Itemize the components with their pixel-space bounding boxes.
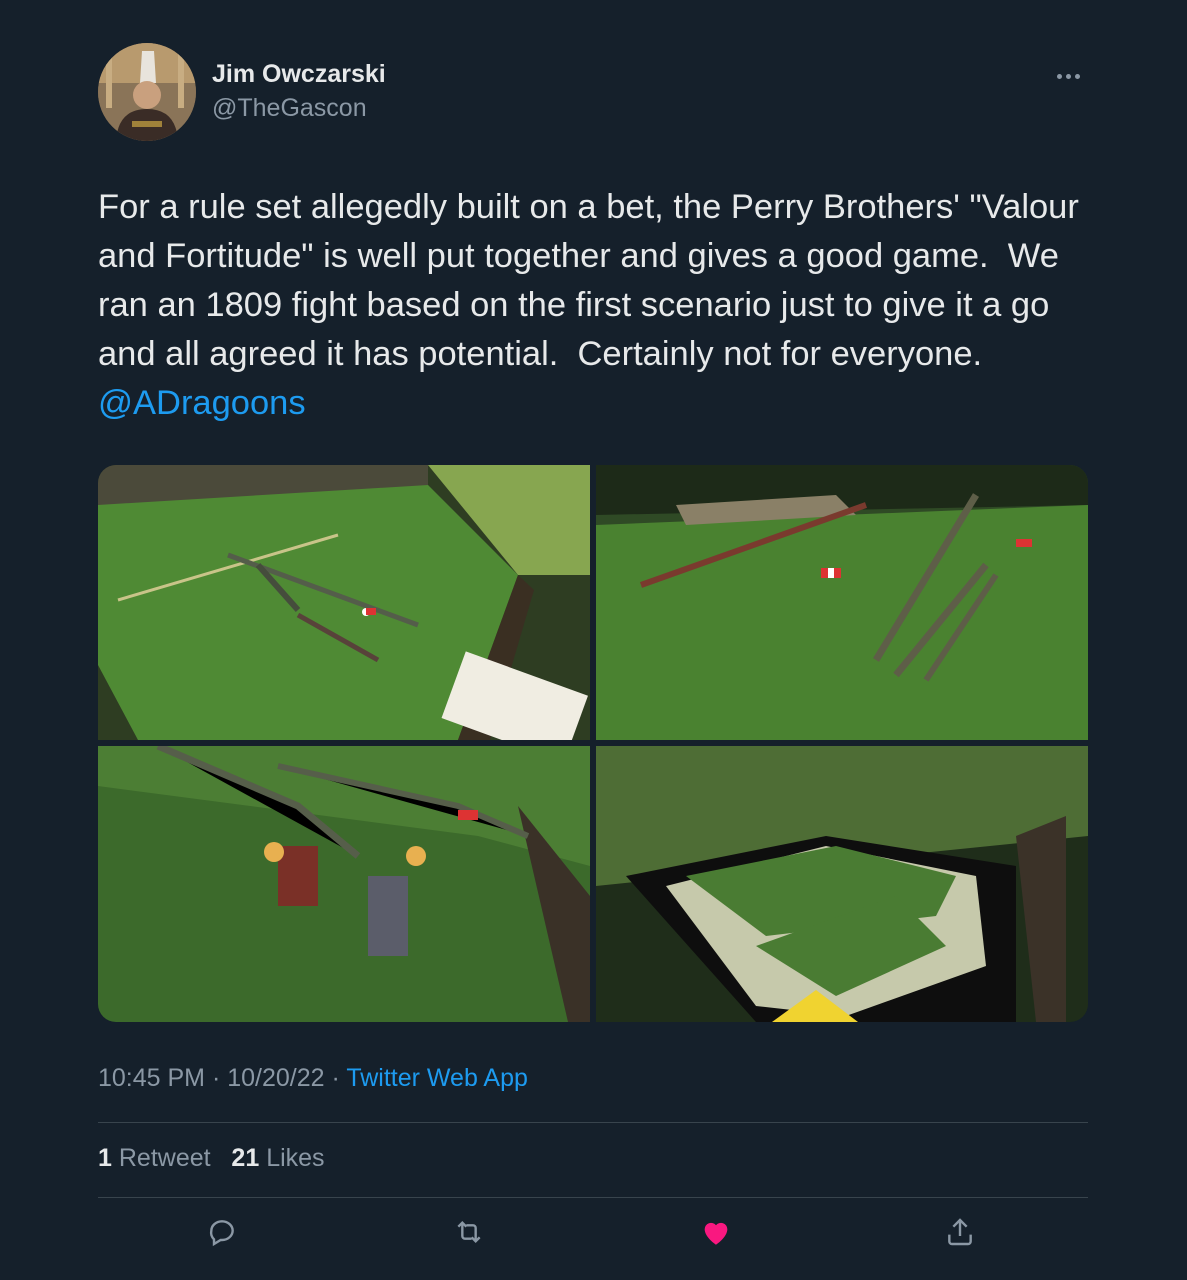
like-count: 21 — [231, 1144, 260, 1172]
divider — [98, 1197, 1088, 1198]
tweet: Jim Owczarski @TheGascon For a rule set … — [98, 0, 1088, 1280]
meta-separator: · — [324, 1064, 347, 1092]
retweet-label: Retweet — [118, 1144, 211, 1172]
meta-separator: · — [205, 1064, 228, 1092]
share-icon[interactable] — [936, 1208, 984, 1256]
action-bar — [98, 1208, 1088, 1268]
photo-2[interactable] — [596, 465, 1088, 740]
more-icon[interactable] — [1048, 58, 1088, 94]
mention-link[interactable]: @ADragoons — [98, 384, 306, 422]
author-handle[interactable]: @TheGascon — [212, 94, 367, 123]
photo-3[interactable] — [98, 746, 590, 1022]
retweet-stat[interactable]: 1 Retweet — [98, 1144, 211, 1172]
like-stat[interactable]: 21 Likes — [231, 1144, 324, 1172]
tweet-stats: 1 Retweet 21 Likes — [98, 1144, 325, 1173]
avatar[interactable] — [98, 43, 196, 141]
author-name[interactable]: Jim Owczarski — [212, 60, 386, 89]
retweet-count: 1 — [98, 1144, 112, 1172]
reply-icon[interactable] — [198, 1208, 246, 1256]
like-label: Likes — [266, 1144, 325, 1172]
retweet-icon[interactable] — [445, 1208, 493, 1256]
photo-4[interactable] — [596, 746, 1088, 1022]
tweet-body: For a rule set allegedly built on a bet,… — [98, 188, 1089, 373]
photo-1[interactable] — [98, 465, 590, 740]
tweet-time[interactable]: 10:45 PM — [98, 1064, 205, 1092]
media-grid — [98, 465, 1088, 1022]
tweet-date[interactable]: 10/20/22 — [227, 1064, 324, 1092]
tweet-text: For a rule set allegedly built on a bet,… — [98, 183, 1088, 428]
tweet-meta: 10:45 PM · 10/20/22 · Twitter Web App — [98, 1064, 528, 1093]
divider — [98, 1122, 1088, 1123]
tweet-source[interactable]: Twitter Web App — [346, 1064, 528, 1092]
like-icon[interactable] — [692, 1208, 740, 1256]
